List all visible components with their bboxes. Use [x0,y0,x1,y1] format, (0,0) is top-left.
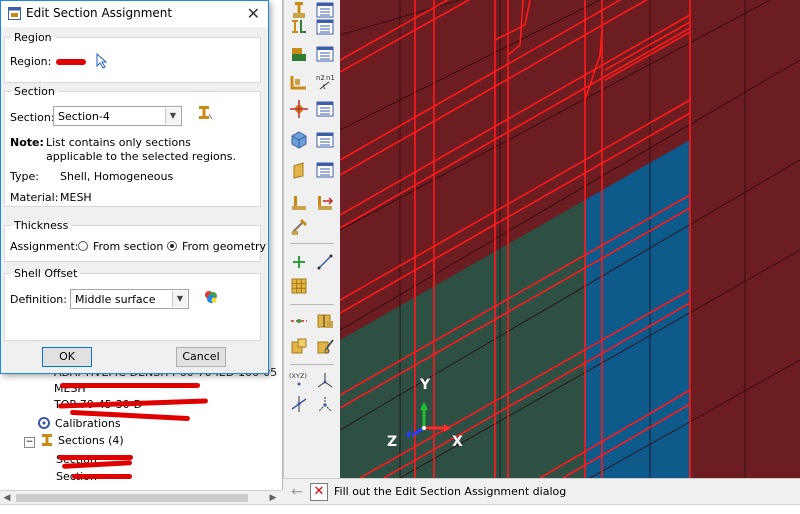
definition-select-value: Middle surface [75,293,156,306]
create-datum-plane-triad-icon[interactable] [289,394,309,414]
create-stringer-icon[interactable] [289,160,309,180]
create-inertia-icon[interactable] [289,130,309,150]
svg-text:n2: n2 [316,74,325,82]
definition-label: Definition: [10,293,67,306]
calibration-icon [37,416,51,430]
previous-step-icon[interactable]: ← [289,484,305,500]
prompt-message: Fill out the Edit Section Assignment dia… [334,485,567,498]
repair-icon[interactable] [315,336,335,356]
beam-section-icon[interactable] [289,17,309,37]
svg-text:t: t [323,83,326,91]
svg-text:(XYZ): (XYZ) [289,372,307,380]
axis-label-z: Z [387,434,398,450]
section-icon [40,433,54,447]
profile-manager-icon[interactable] [315,17,335,37]
select-region-arrow-icon[interactable] [95,52,109,69]
partition-edge-icon[interactable] [289,311,309,331]
axis-label-x: X [452,434,463,450]
scroll-left-icon[interactable]: ◀ [0,491,14,505]
redaction-mark [58,455,133,460]
viewport[interactable]: Y X Z [339,0,800,479]
svg-text:n1: n1 [326,74,335,82]
toolbox: n2 n1 t (XYZ) [283,0,340,478]
section-assignment-manager-icon[interactable] [315,44,335,64]
blue-mesh-region [585,140,690,478]
note-text-line2: applicable to the selected regions. [46,150,236,163]
from-geometry-radio[interactable] [167,241,177,251]
tree-horizontal-scrollbar[interactable]: ◀ ▶ [0,490,282,505]
toolbox-separator [290,304,334,305]
cancel-procedure-icon[interactable]: ✕ [310,483,328,501]
collapse-icon[interactable]: − [24,437,35,448]
note-label: Note: [10,136,44,149]
model-canvas[interactable] [339,0,800,479]
springs-manager-icon[interactable] [315,193,335,213]
create-datum-plane-icon[interactable] [289,276,309,296]
assign-rebar-icon[interactable] [289,99,309,119]
section-select-value: Section-4 [58,110,110,123]
partition-face-icon[interactable] [315,311,335,331]
assign-beam-orientation-icon[interactable] [289,44,309,64]
assign-material-orientation-icon[interactable] [289,71,309,91]
group-label: Section [14,85,55,98]
redaction-mark [60,383,200,388]
group-label: Thickness [14,219,69,232]
from-section-radio[interactable] [78,241,88,251]
scrollbar-thumb[interactable] [16,494,248,502]
dialog-title-bar[interactable]: Edit Section Assignment ✕ [1,1,268,27]
create-spring-icon[interactable] [289,193,309,213]
toolbox-separator [290,243,334,244]
tree-item-sections[interactable]: − Sections (4) [24,432,124,450]
group-label: Region [14,31,52,44]
material-label: Material: [10,191,59,204]
from-section-label[interactable]: From section [93,240,163,253]
color-code-icon[interactable] [203,289,219,305]
create-datum-axis-triad-icon[interactable] [315,370,335,390]
chevron-down-icon[interactable]: ▼ [165,108,180,124]
chevron-down-icon[interactable]: ▼ [172,291,187,307]
cancel-button[interactable]: Cancel [176,347,226,367]
create-datum-csys-icon[interactable]: (XYZ) [289,370,309,390]
create-datum-axis-icon[interactable] [315,252,335,272]
axis-label-y: Y [420,377,431,393]
dialog-title: Edit Section Assignment [26,6,173,20]
section-label: Section: [10,111,55,124]
toolbox-separator [290,364,334,365]
edit-section-assignment-dialog: Edit Section Assignment ✕ Region Region:… [0,0,269,374]
prompt-area: ← ✕ Fill out the Edit Section Assignment… [283,478,800,505]
dialog-app-icon [8,7,21,20]
type-value: Shell, Homogeneous [60,170,174,183]
create-datum-point-icon[interactable] [289,252,309,272]
create-skin-icon[interactable] [315,99,335,119]
ok-button[interactable]: OK [42,347,92,367]
tree-item-label: Calibrations [55,417,121,430]
partition-cell-icon[interactable] [289,336,309,356]
redaction-mark [72,474,132,479]
datum-manager-icon[interactable] [315,394,335,414]
group-label: Shell Offset [14,267,78,280]
inertia-manager-icon[interactable] [315,130,335,150]
stringer-manager-icon[interactable] [315,160,335,180]
tree-item-calibrations[interactable]: Calibrations [37,415,121,433]
assign-stack-direction-icon[interactable] [289,217,309,237]
from-geometry-label[interactable]: From geometry [182,240,266,253]
type-label: Type: [10,170,39,183]
tree-item-label: Sections (4) [58,434,124,447]
note-text-line1: List contains only sections [46,136,191,149]
region-label: Region: [10,55,52,68]
section-select[interactable]: Section-4 ▼ [53,106,182,126]
region-value-redacted [56,59,86,65]
close-icon[interactable]: ✕ [247,4,260,23]
material-value: MESH [60,191,92,204]
create-section-icon[interactable] [197,105,213,123]
scroll-right-icon[interactable]: ▶ [266,491,280,505]
assignment-label: Assignment: [10,240,79,253]
shell-offset-definition-select[interactable]: Middle surface ▼ [70,289,189,309]
assign-normal-direction-icon[interactable]: n2 n1 t [315,71,335,91]
